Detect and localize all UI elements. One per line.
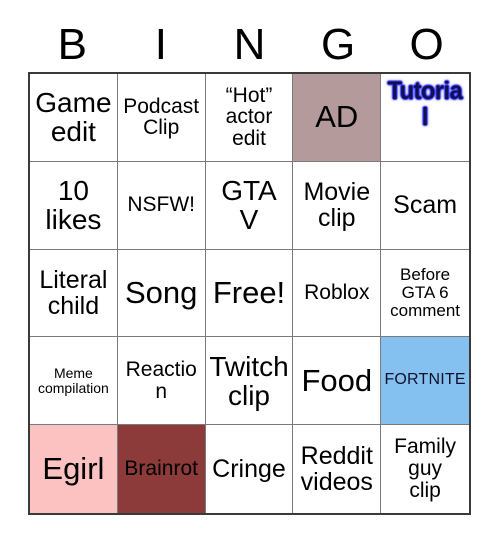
bingo-cell-label: Movie clip [303,178,371,233]
bingo-cell-family-guy-clip[interactable]: Family guy clip [381,425,469,513]
bingo-cell-label: 10 likes [45,175,102,236]
bingo-cell-label: Food [301,362,373,398]
bingo-cell-before-gta-6-comment[interactable]: Before GTA 6 comment [381,249,469,338]
bingo-cell-ad[interactable]: AD [293,74,382,162]
bingo-cell-tutorial[interactable]: Tutorial [381,74,469,162]
bingo-cell-meme-compilation[interactable]: Meme compilation [30,337,118,426]
bingo-cell-label: Cringe [212,455,286,484]
bingo-cell-label: Game edit [35,87,112,148]
bingo-cell-label: Scam [393,191,458,220]
bingo-cell-scam[interactable]: Scam [381,161,469,250]
bingo-cell-label: Podcast Clip [123,94,200,140]
bingo-cell-label: Free! [212,274,286,310]
bingo-cell-podcast-clip[interactable]: Podcast Clip [117,74,206,162]
bingo-cell-label: GTA V [221,175,277,236]
bingo-cell-label: Tutorial [387,77,463,131]
header-letter-i: I [154,20,167,69]
bingo-cell-cringe[interactable]: Cringe [205,425,294,513]
bingo-cell-movie-clip[interactable]: Movie clip [293,161,382,250]
bingo-cell-label: Family guy clip [394,435,457,502]
bingo-cell-fortnite[interactable]: FORTNITE [381,337,469,426]
bingo-cell-10-likes[interactable]: 10 likes [30,161,118,250]
bingo-cell-nsfw[interactable]: NSFW! [117,161,206,250]
header-letter-o: O [409,20,444,69]
bingo-cell-label: Before GTA 6 comment [390,265,461,320]
header-letter-g: G [320,20,356,69]
bingo-cell-label: Roblox [304,281,370,305]
bingo-cell-food[interactable]: Food [293,337,382,426]
bingo-cell-label: FORTNITE [384,371,466,389]
bingo-grid: Game edit Podcast Clip “Hot” actor edit AD T… [28,72,471,515]
bingo-cell-literal-child[interactable]: Literal child [30,249,118,338]
bingo-cell-free[interactable]: Free! [205,249,294,338]
bingo-cell-reaction[interactable]: Reaction [117,337,206,426]
bingo-cell-label: Twitch clip [209,350,289,411]
bingo-cell-label: “Hot” actor edit [225,83,273,151]
bingo-cell-gta-v[interactable]: GTA V [205,161,294,250]
bingo-cell-song[interactable]: Song [117,249,206,338]
bingo-cell-label: Brainrot [124,457,198,481]
bingo-cell-label: Reddit videos [300,442,373,497]
bingo-cell-label: Egirl [42,450,105,486]
bingo-header: B I N G O [28,18,471,72]
bingo-cell-label: Literal child [39,265,108,320]
bingo-cell-label: Reaction [125,357,197,403]
header-letter-n: N [233,20,266,69]
bingo-cell-game-edit[interactable]: Game edit [30,74,118,162]
bingo-cell-egirl[interactable]: Egirl [30,425,118,513]
bingo-card: B I N G O Game edit Podcast Clip “Hot” act… [0,0,500,544]
bingo-cell-label: Song [124,274,198,310]
header-letter-b: B [57,20,87,69]
bingo-cell-brainrot[interactable]: Brainrot [117,425,206,513]
bingo-cell-label: Meme compilation [37,365,109,396]
bingo-cell-roblox[interactable]: Roblox [293,249,382,338]
bingo-cell-label: AD [315,99,359,135]
bingo-cell-twitch-clip[interactable]: Twitch clip [205,337,294,426]
bingo-cell-hot-actor-edit[interactable]: “Hot” actor edit [205,74,294,162]
bingo-cell-reddit-videos[interactable]: Reddit videos [293,425,382,513]
bingo-cell-label: NSFW! [127,193,196,217]
